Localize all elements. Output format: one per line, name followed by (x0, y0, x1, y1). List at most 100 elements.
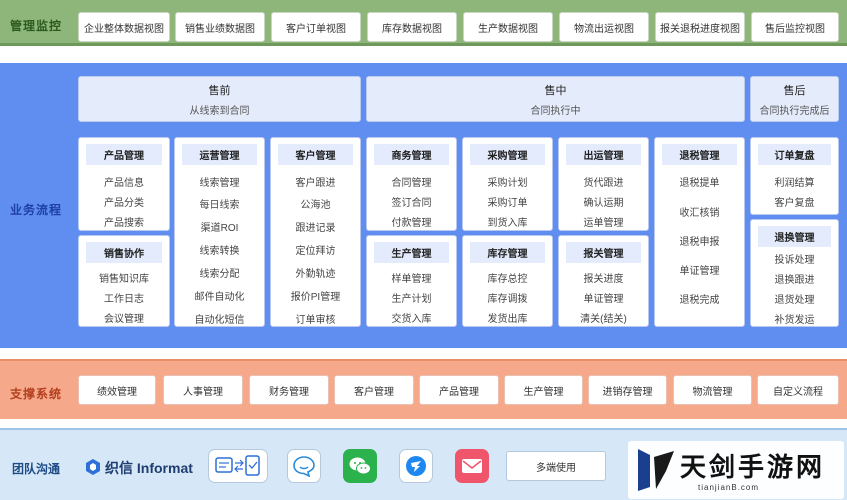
support-finance[interactable]: 财务管理 (249, 375, 329, 405)
module-tax-refund[interactable]: 退税管理 退税提单 收汇核销 退税申报 单证管理 退税完成 (654, 137, 745, 327)
monitor-view-sales[interactable]: 销售业绩数据图 (175, 12, 265, 42)
module-purchase[interactable]: 采购管理 采购计划 采购订单 到货入库 (462, 137, 553, 231)
monitor-view-customs-tax[interactable]: 报关退税进度视图 (655, 12, 745, 42)
module-item[interactable]: 合同管理 (367, 174, 456, 189)
module-item[interactable]: 线索转换 (175, 242, 264, 257)
module-item[interactable]: 样单管理 (367, 270, 456, 285)
multi-device-button[interactable]: 多端使用 (506, 451, 606, 481)
module-item[interactable]: 到货入库 (463, 214, 552, 229)
module-sales-collab[interactable]: 销售协作 销售知识库 工作日志 会议管理 (78, 235, 170, 327)
module-item[interactable]: 签订合同 (367, 194, 456, 209)
support-product[interactable]: 产品管理 (419, 375, 499, 405)
module-item[interactable]: 跟进记录 (271, 219, 360, 234)
module-item[interactable]: 投诉处理 (751, 251, 838, 266)
module-item[interactable]: 单证管理 (559, 290, 648, 305)
module-title: 出运管理 (566, 144, 641, 165)
monitor-view-orders[interactable]: 客户订单视图 (271, 12, 361, 42)
module-customer[interactable]: 客户管理 客户跟进 公海池 跟进记录 定位拜访 外勤轨迹 报价PI管理 订单审核 (270, 137, 361, 327)
support-hr[interactable]: 人事管理 (163, 375, 243, 405)
module-item[interactable]: 采购订单 (463, 194, 552, 209)
module-item[interactable]: 外勤轨迹 (271, 265, 360, 280)
module-item[interactable]: 订单审核 (271, 311, 360, 326)
dingtalk-app-icon[interactable] (399, 449, 433, 483)
module-item[interactable]: 退换跟进 (751, 271, 838, 286)
module-item[interactable]: 工作日志 (79, 290, 169, 305)
module-item[interactable]: 采购计划 (463, 174, 552, 189)
module-item[interactable]: 线索管理 (175, 174, 264, 189)
informat-logo-icon (86, 458, 100, 478)
chat-bubble-app-icon[interactable] (287, 449, 321, 483)
module-item[interactable]: 产品信息 (79, 174, 169, 189)
support-logistics[interactable]: 物流管理 (673, 375, 752, 405)
informat-brand[interactable]: 织信 Informat (86, 458, 193, 478)
module-item[interactable]: 定位拜访 (271, 242, 360, 257)
module-inventory[interactable]: 库存管理 库存总控 库存调拨 发货出库 (462, 235, 553, 327)
module-item[interactable]: 收汇核销 (655, 204, 744, 219)
module-item[interactable]: 报关进度 (559, 270, 648, 285)
exchange-app-icon[interactable] (208, 449, 268, 483)
watermark: 天剑手游网 tianjianB.com (628, 441, 844, 499)
module-item[interactable]: 运单管理 (559, 214, 648, 229)
phase-presales: 售前 从线索到合同 (78, 76, 361, 122)
module-item[interactable]: 每日线索 (175, 196, 264, 211)
support-customer[interactable]: 客户管理 (334, 375, 414, 405)
support-performance[interactable]: 绩效管理 (78, 375, 156, 405)
module-item[interactable]: 交货入库 (367, 310, 456, 325)
module-item[interactable]: 客户跟进 (271, 174, 360, 189)
module-item[interactable]: 确认运期 (559, 194, 648, 209)
wechat-app-icon[interactable] (343, 449, 377, 483)
module-item[interactable]: 自动化短信 (175, 311, 264, 326)
module-title: 订单复盘 (758, 144, 831, 165)
module-title: 销售协作 (86, 242, 162, 263)
phase-title: 售中 (544, 84, 567, 97)
monitor-view-production[interactable]: 生产数据视图 (463, 12, 553, 42)
sword-logo-icon (638, 449, 674, 491)
module-item[interactable]: 退税提单 (655, 174, 744, 189)
module-item[interactable]: 发货出库 (463, 310, 552, 325)
module-item[interactable]: 客户复盘 (751, 194, 838, 209)
module-title: 客户管理 (278, 144, 353, 165)
module-returns[interactable]: 退换管理 投诉处理 退换跟进 退货处理 补货发运 (750, 219, 839, 327)
module-item[interactable]: 利润结算 (751, 174, 838, 189)
module-item[interactable]: 产品搜索 (79, 214, 169, 229)
watermark-url: tianjianB.com (698, 483, 760, 492)
module-item[interactable]: 付款管理 (367, 214, 456, 229)
module-shipping[interactable]: 出运管理 货代跟进 确认运期 运单管理 (558, 137, 649, 231)
monitor-view-aftersales[interactable]: 售后监控视图 (751, 12, 839, 42)
support-custom-flow[interactable]: 自定义流程 (757, 375, 839, 405)
module-item[interactable]: 退货处理 (751, 291, 838, 306)
module-customs[interactable]: 报关管理 报关进度 单证管理 清关(结关) (558, 235, 649, 327)
monitor-view-enterprise[interactable]: 企业整体数据视图 (78, 12, 170, 42)
module-product[interactable]: 产品管理 产品信息 产品分类 产品搜索 (78, 137, 170, 231)
mail-app-icon[interactable] (455, 449, 489, 483)
brand-name: 织信 Informat (105, 460, 193, 476)
module-operations[interactable]: 运营管理 线索管理 每日线索 渠道ROI 线索转换 线索分配 邮件自动化 自动化… (174, 137, 265, 327)
module-order-review[interactable]: 订单复盘 利润结算 客户复盘 (750, 137, 839, 215)
module-item[interactable]: 清关(结关) (559, 310, 648, 325)
module-production[interactable]: 生产管理 样单管理 生产计划 交货入库 (366, 235, 457, 327)
module-item[interactable]: 渠道ROI (175, 219, 264, 234)
module-title: 产品管理 (86, 144, 162, 165)
module-item[interactable]: 公海池 (271, 196, 360, 211)
support-production[interactable]: 生产管理 (504, 375, 583, 405)
module-item[interactable]: 退税完成 (655, 291, 744, 306)
module-commerce[interactable]: 商务管理 合同管理 签订合同 付款管理 (366, 137, 457, 231)
module-item[interactable]: 邮件自动化 (175, 288, 264, 303)
module-item[interactable]: 线索分配 (175, 265, 264, 280)
module-item[interactable]: 会议管理 (79, 310, 169, 325)
module-item[interactable]: 退税申报 (655, 233, 744, 248)
module-item[interactable]: 报价PI管理 (271, 288, 360, 303)
support-inventory[interactable]: 进销存管理 (588, 375, 667, 405)
module-item[interactable]: 产品分类 (79, 194, 169, 209)
business-label: 业务流程 (10, 203, 63, 217)
monitor-view-inventory[interactable]: 库存数据视图 (367, 12, 457, 42)
module-item[interactable]: 销售知识库 (79, 270, 169, 285)
module-title: 退税管理 (662, 144, 737, 165)
module-item[interactable]: 生产计划 (367, 290, 456, 305)
module-item[interactable]: 库存总控 (463, 270, 552, 285)
module-item[interactable]: 货代跟进 (559, 174, 648, 189)
module-item[interactable]: 库存调拨 (463, 290, 552, 305)
module-item[interactable]: 单证管理 (655, 262, 744, 277)
monitor-view-logistics[interactable]: 物流出运视图 (559, 12, 649, 42)
module-item[interactable]: 补货发运 (751, 311, 838, 326)
